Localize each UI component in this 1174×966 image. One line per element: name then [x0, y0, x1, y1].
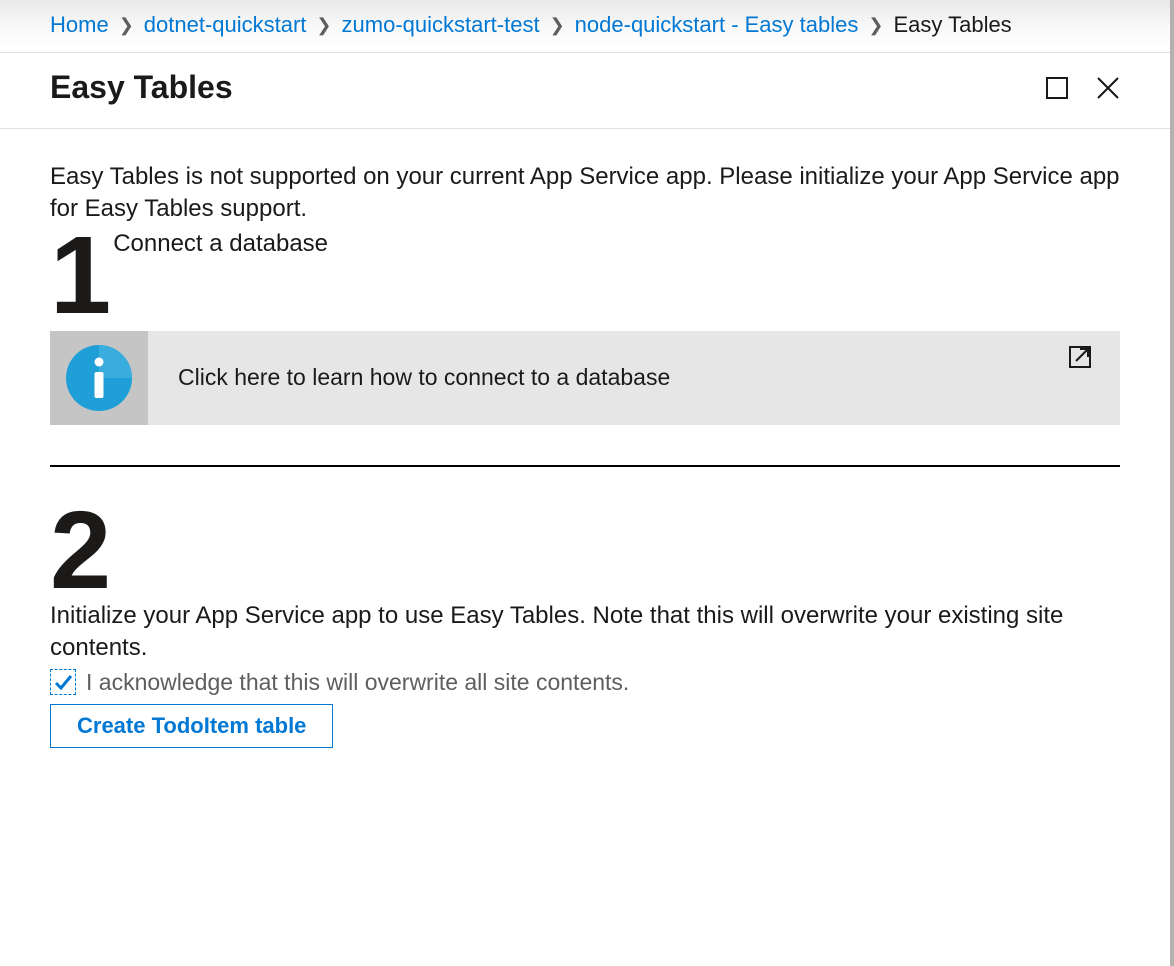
- close-icon: [1096, 76, 1120, 100]
- page-title: Easy Tables: [50, 69, 233, 106]
- acknowledge-checkbox[interactable]: [50, 669, 76, 695]
- close-button[interactable]: [1096, 76, 1120, 100]
- breadcrumb-link-dotnet-quickstart[interactable]: dotnet-quickstart: [144, 12, 307, 38]
- breadcrumb-link-node-quickstart[interactable]: node-quickstart - Easy tables: [575, 12, 859, 38]
- step-2-text: Initialize your App Service app to use E…: [50, 600, 1120, 665]
- maximize-icon: [1046, 77, 1068, 99]
- create-todoitem-table-button[interactable]: Create TodoItem table: [50, 704, 333, 748]
- step-1-number: 1: [50, 226, 107, 325]
- external-link-icon: [1068, 345, 1092, 369]
- info-icon: [66, 345, 132, 411]
- chevron-right-icon: ❯: [119, 15, 134, 36]
- info-banner[interactable]: Click here to learn how to connect to a …: [50, 331, 1120, 425]
- info-icon-wrap: [50, 331, 148, 425]
- chevron-right-icon: ❯: [316, 15, 331, 36]
- chevron-right-icon: ❯: [550, 15, 565, 36]
- check-icon: [53, 672, 73, 692]
- step-2-number: 2: [50, 501, 1120, 600]
- intro-text: Easy Tables is not supported on your cur…: [50, 161, 1120, 226]
- maximize-button[interactable]: [1046, 77, 1068, 99]
- external-link-button[interactable]: [1068, 345, 1092, 378]
- chevron-right-icon: ❯: [868, 15, 883, 36]
- breadcrumb-link-zumo-quickstart-test[interactable]: zumo-quickstart-test: [342, 12, 540, 38]
- info-banner-text: Click here to learn how to connect to a …: [148, 331, 1120, 425]
- breadcrumb: Home ❯ dotnet-quickstart ❯ zumo-quicksta…: [0, 0, 1170, 50]
- acknowledge-label: I acknowledge that this will overwrite a…: [86, 667, 629, 698]
- divider: [50, 465, 1120, 467]
- breadcrumb-current: Easy Tables: [893, 12, 1011, 38]
- step-1-title: Connect a database: [113, 228, 328, 260]
- blade-header: Easy Tables: [0, 53, 1170, 129]
- breadcrumb-link-home[interactable]: Home: [50, 12, 109, 38]
